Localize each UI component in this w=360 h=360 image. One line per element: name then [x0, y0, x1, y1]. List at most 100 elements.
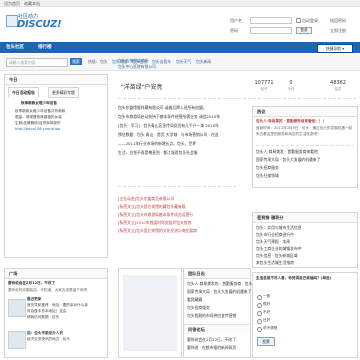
- option-radio[interactable]: [257, 319, 262, 324]
- rank-item[interactable]: 包头天气预报 · 本周: [256, 239, 290, 245]
- password-label: 密码: [230, 28, 238, 33]
- divider: [118, 186, 236, 187]
- hot-desc: 首勤时间：2011年3月9日 · 包头 · 通过包头的发展机遇一起来去看这里的服…: [256, 126, 353, 136]
- search-button[interactable]: 搜索: [70, 58, 82, 65]
- register-link[interactable]: 立即注册: [330, 28, 346, 34]
- search-input[interactable]: 请输入搜索内容: [6, 58, 68, 67]
- nav-item-home[interactable]: 包头社区: [6, 42, 24, 53]
- team-item[interactable]: 国家传承大局 · 包头大发展的机遇来了: [187, 289, 251, 295]
- add-favorite-link[interactable]: 收藏本站: [24, 1, 40, 7]
- plaza-panel: 广场 要你说会在2月12日，不改了 要你说时尚服装店，不知道。大家应该是留下来吧…: [4, 268, 108, 358]
- username-input[interactable]: [250, 17, 292, 24]
- password-input[interactable]: [250, 27, 292, 34]
- option-radio[interactable]: [257, 295, 262, 300]
- team-panel: 团队日志 包头人·商易美发的 · 首勤服务商 · 包头 国家传承大局 · 包头大…: [183, 268, 252, 358]
- plaza-item-line: 首页导航推荐 · 地址：要的亲对什么亲: [27, 303, 88, 307]
- rank-panel: 签到排 積积分 包头：实用与城市生活信息 包头市行业招商进行中 包头天气预报 ·…: [252, 212, 358, 268]
- plaza-line: 要你说时尚服装店，不知道。大家应该是留下来吧: [8, 288, 88, 292]
- option-label: 一般: [263, 294, 271, 298]
- today-tabs: 今日活动报告 更多精彩专题: [8, 87, 104, 98]
- stat-posts: 107771 帖子: [254, 80, 274, 91]
- search-bar: 请输入搜索内容 搜索 热搜: 包头 包头地图 包头信息 包头出租车 包头天气 包…: [0, 54, 360, 71]
- remember-checkbox[interactable]: [296, 18, 301, 23]
- set-home-link[interactable]: 设为首页: [4, 1, 20, 7]
- qa-item[interactable]: 要你说 · 在都市报的新闻网页: [187, 345, 236, 351]
- rank-head: 签到排 積积分: [253, 213, 357, 223]
- news-item[interactable]: 包头东盛馆舰伴藏有限公司 诚邀品牌入驻所有加盟。: [118, 105, 207, 111]
- vote-button[interactable]: 投票: [257, 337, 275, 346]
- plaza-item-line: 请我访问数据 · 包头: [27, 315, 60, 319]
- avatar[interactable]: [8, 299, 26, 317]
- hot-link[interactable]: 包头新闻: [196, 59, 211, 65]
- plaza-item-title[interactable]: 最近更新: [27, 297, 41, 303]
- username-label: 用户名: [230, 18, 242, 23]
- news-item[interactable]: [包头 · 学习] · 包头青山区宣传局党员有几千户一体 2010年: [118, 123, 219, 129]
- rank-item[interactable]: 来包头生活城生活指南: [256, 260, 294, 266]
- hot-label: 热搜:: [88, 59, 97, 64]
- category-news-item[interactable]: [私密文立]包头昆仑宾馆的文化交流与商业展商: [118, 228, 197, 234]
- news-item[interactable]: 生活，白领不再是傅直到 · 都江堰君包头社会服: [118, 150, 198, 156]
- team-item[interactable]: 看我藏藏: [187, 297, 202, 303]
- news-list: 包头东盛馆舰伴藏有限公司 诚邀品牌入驻所有加盟。 包头市旅游局启动扶持下基本条件…: [118, 105, 250, 185]
- image-panel: [118, 268, 182, 358]
- option-label: 说不清楚: [263, 326, 278, 330]
- team-item[interactable]: 包头人·商易美发的 · 首勤服务商 · 包头: [187, 281, 252, 287]
- option-radio[interactable]: [257, 303, 262, 308]
- qa-item[interactable]: 要你说会在2月12日，不改了: [187, 337, 236, 343]
- hot-title[interactable]: 包头人·商易美的 · 首勤服务商来看他！！！: [256, 119, 326, 125]
- stat-members: 48362 会员: [330, 80, 346, 91]
- stat-today: 0 今日: [287, 80, 295, 91]
- team-item[interactable]: 包头招商服务: [187, 305, 210, 311]
- quick-nav-button[interactable]: 快捷导航 ▾: [317, 44, 353, 53]
- team-head: 团队日志: [184, 269, 250, 279]
- login-button[interactable]: 登录: [296, 27, 312, 34]
- category-news-item[interactable]: [私密文立]包头昆仑宾馆的藏包头藏有限: [118, 204, 186, 210]
- hot-item[interactable]: 包头招商服务: [256, 165, 279, 171]
- main-nav: 包头社区 排行榜 快捷导航 ▾: [0, 42, 360, 53]
- news-item[interactable]: ——2011年行业市场的新增长点。包头，世界: [118, 141, 196, 147]
- hot-item[interactable]: 国家传承大局 · 包头大发展的机遇来了: [256, 157, 320, 163]
- qa-head: 问答论坛: [184, 324, 250, 334]
- category-news: [企业动态]包头东盛商品有限公司 [私密文立]包头昆仑宾馆的藏包头藏有限 [私密…: [118, 196, 236, 256]
- hot-link[interactable]: 包头天气: [176, 59, 191, 65]
- site-logo[interactable]: 社区动力 DISCUZ!: [6, 11, 70, 35]
- plaza-item-line: 时会做手抄本地址！这会: [27, 309, 67, 313]
- avatar[interactable]: [8, 331, 26, 349]
- option-radio[interactable]: [257, 311, 262, 316]
- logo-en-text: DISCUZ!: [17, 19, 62, 30]
- rank-item[interactable]: 包头信息 · 包头新城区域: [256, 253, 298, 259]
- photo-thumbnail[interactable]: [123, 275, 177, 351]
- option-label: 很好: [263, 302, 271, 306]
- article-link[interactable]: http://baca158.com/shop: [15, 127, 103, 133]
- hot-item[interactable]: 包头扫描领域: [256, 173, 279, 179]
- article-line: 限量，请观看首席增值的女装: [15, 115, 62, 119]
- rank-item[interactable]: 包头：实用与城市生活信息: [256, 225, 302, 231]
- hot-item[interactable]: 包头人·商易美发 · 首勤服务商来看他: [256, 149, 318, 155]
- nav-item-ranking[interactable]: 排行榜: [38, 42, 52, 53]
- category-news-item[interactable]: [私密文立]包头市旅游局基本条件成员运营行: [118, 212, 193, 218]
- team-item[interactable]: 包头相册的市场供应宜传营销: [187, 313, 236, 319]
- top-bar: 设为首页 收藏本站: [0, 0, 360, 7]
- forgot-password-link[interactable]: 找回密码: [330, 18, 346, 24]
- rank-item[interactable]: 包头市行业招商进行中: [256, 232, 294, 238]
- article-title[interactable]: 秋季新款女鞋少年设备: [21, 101, 57, 107]
- divider: [256, 145, 354, 146]
- plaza-title[interactable]: 要你说会在2月12日，不改了: [8, 281, 55, 287]
- news-item[interactable]: 包头市旅游局启动扶持下基本条件经营所需业务 诚信2010年: [118, 114, 220, 120]
- category-news-item[interactable]: [私密文立]2010年首届时尚党组织包头首首: [118, 220, 191, 226]
- option-radio[interactable]: [257, 327, 262, 332]
- welcome-text: "洋苗绿"户安亮: [121, 84, 163, 91]
- plaza-item-title[interactable]: 回：包头市委党办人员: [27, 331, 63, 337]
- option-label: 还好: [263, 318, 271, 322]
- category-news-item[interactable]: [企业动态]包头东盛商品有限公司: [118, 196, 174, 202]
- news-item[interactable]: 预估数据：包头 青山 · 首页 大学城 · 与市场营销公司 · 在这: [118, 132, 219, 138]
- tab-more-topics[interactable]: 更多精彩专题: [48, 87, 79, 98]
- tab-today-report[interactable]: 今日活动报告: [8, 87, 39, 98]
- hot-link[interactable]: 包头: [100, 59, 108, 65]
- hospital-link[interactable]: 包头中心医院有限公司: [118, 64, 156, 70]
- hot-panel: 热议 包头人·商易美的 · 首勤服务商来看他！！！ 首勤时间：2011年3月9日…: [252, 106, 358, 188]
- remember-label: 自动登录: [302, 18, 318, 23]
- rank-item[interactable]: 包头工商企业的城镇发布中: [256, 246, 302, 252]
- hot-head: 热议: [253, 107, 357, 117]
- plaza-item-line: 经济交流快讯的地方 · 包头: [27, 337, 70, 341]
